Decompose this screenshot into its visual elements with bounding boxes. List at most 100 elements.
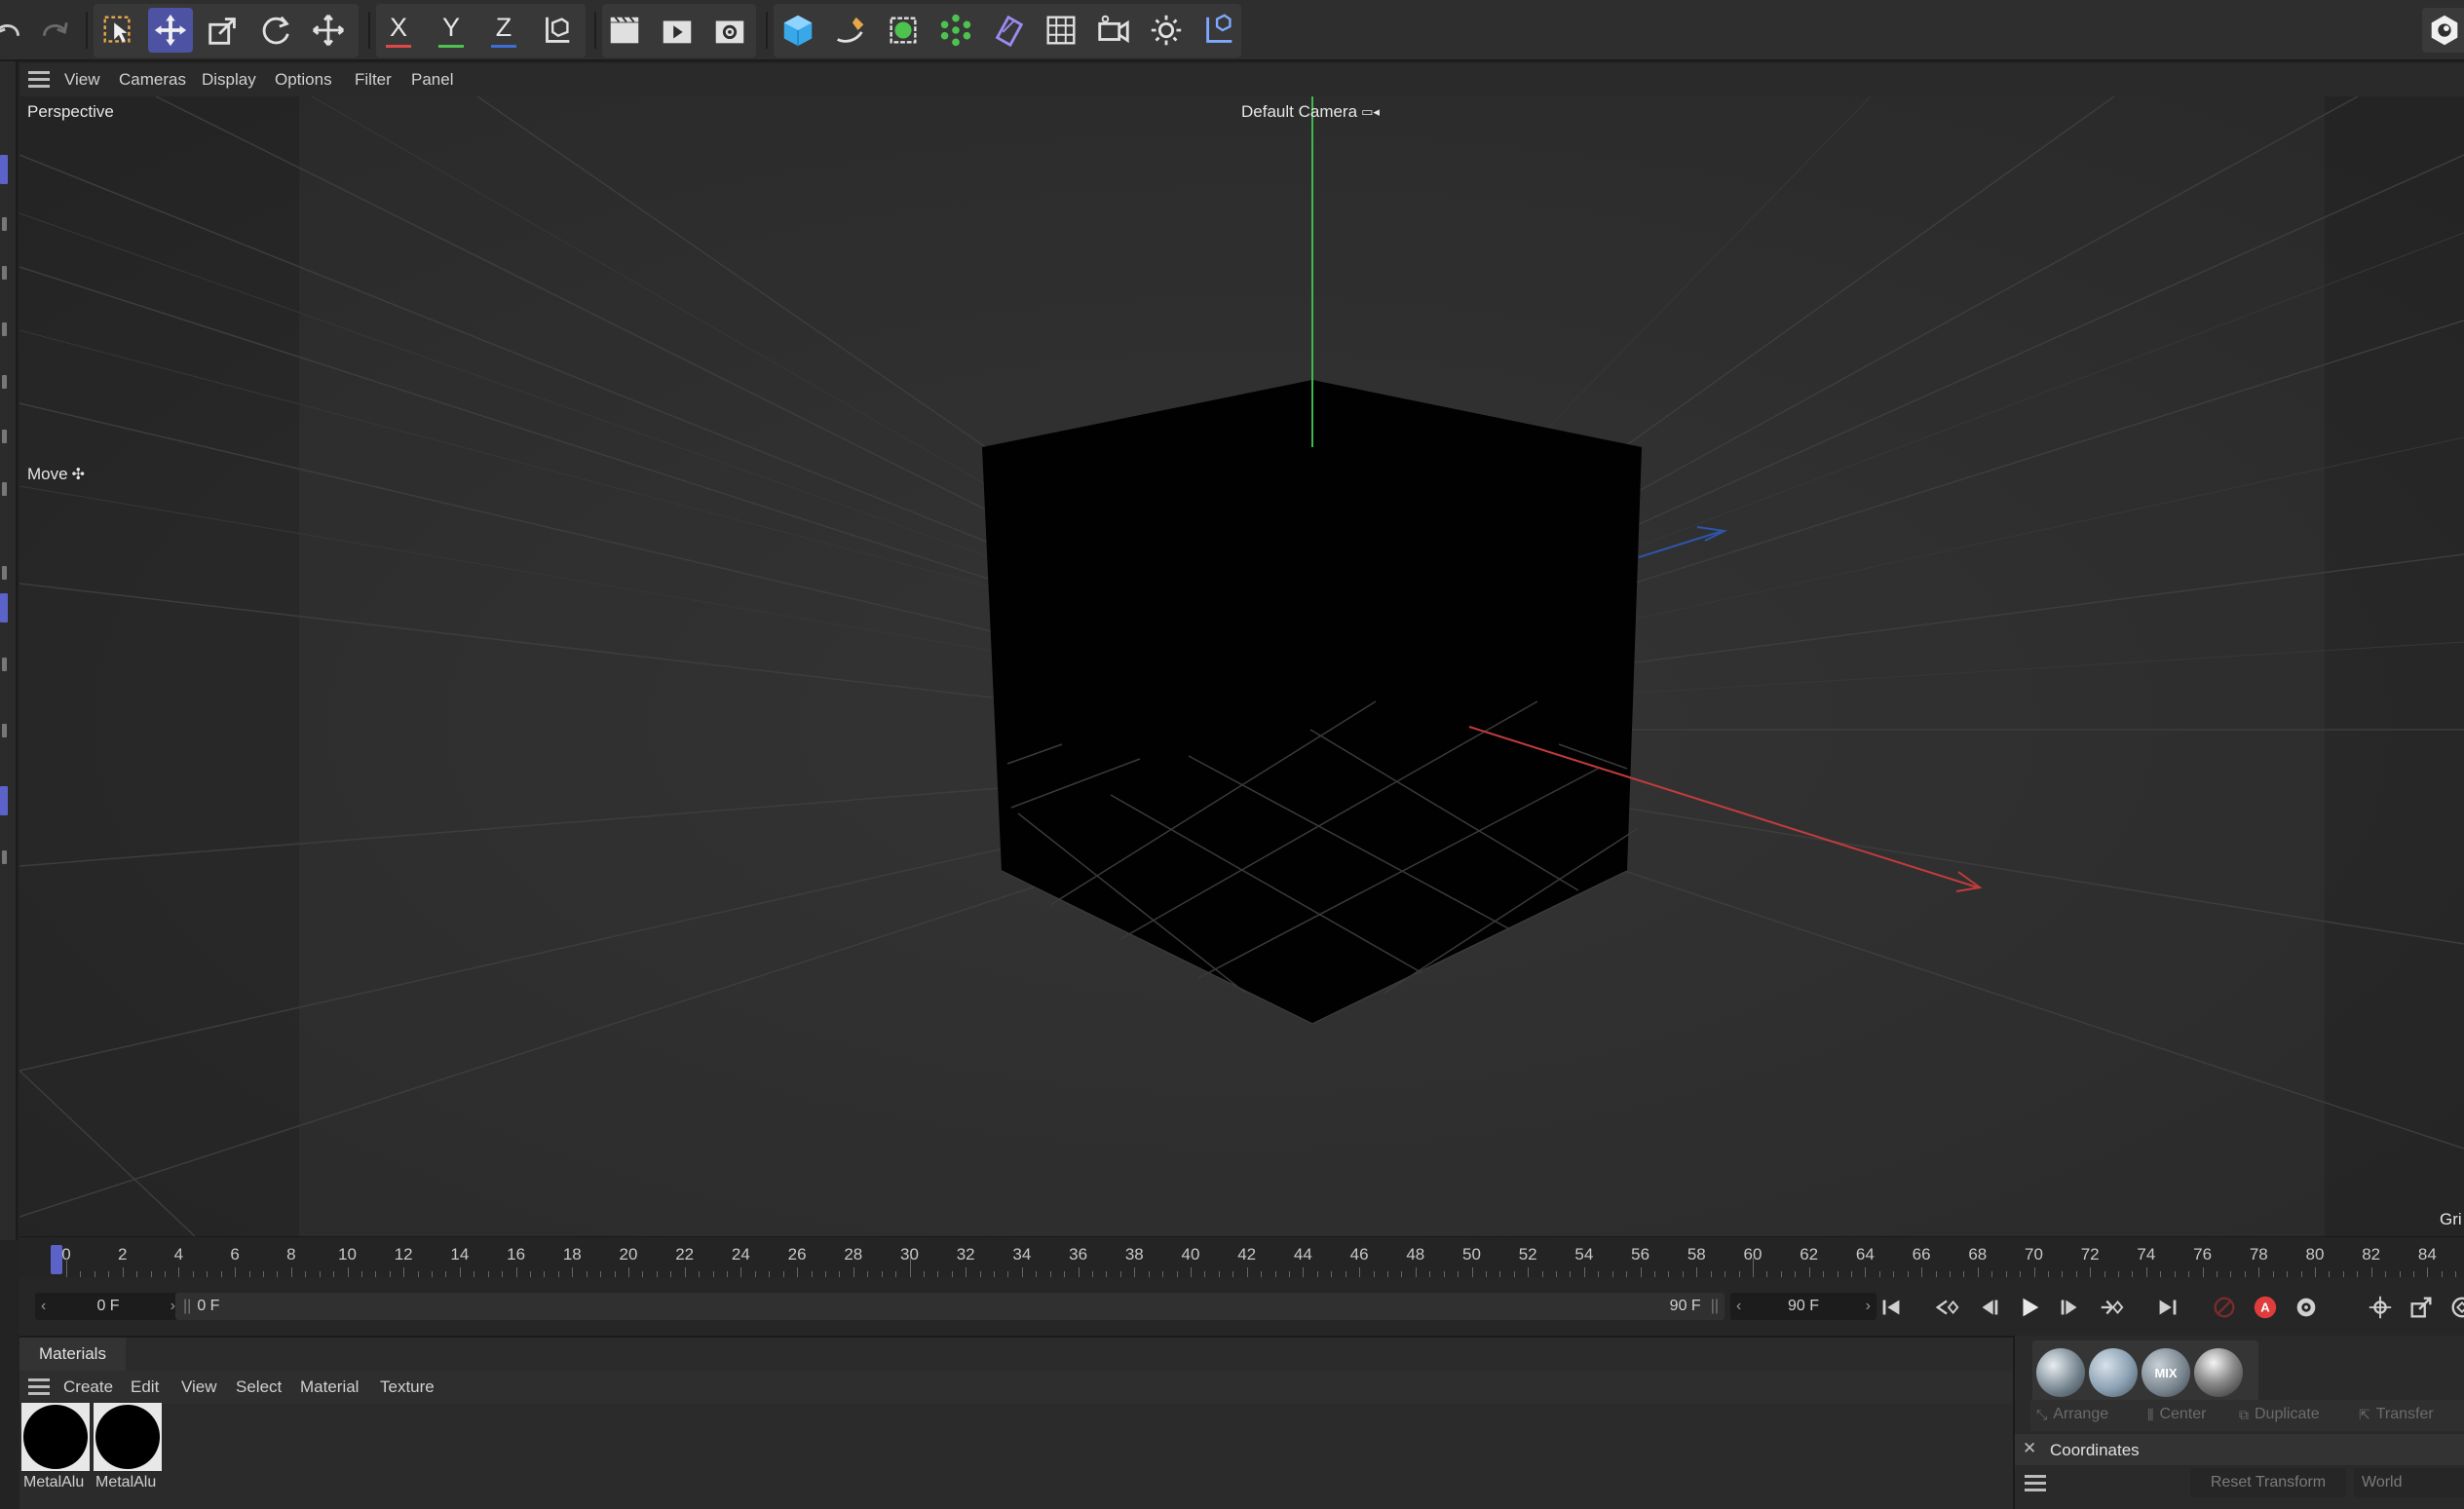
left-strip-tool[interactable] (2, 566, 7, 580)
timeline-ruler[interactable]: 0 2 4 6 8 10 12 14 16 18 20 22 24 26 28 30 32 34 36 38 40 42 4… (19, 1236, 2464, 1277)
glass-material-icon[interactable] (2194, 1348, 2243, 1397)
x-axis-lock-icon[interactable]: X (376, 8, 421, 53)
range-start-handle-icon[interactable]: || (183, 1298, 191, 1315)
coordinates-menu-hamburger-icon[interactable] (2025, 1475, 2046, 1491)
left-strip-tool[interactable] (2, 482, 7, 496)
left-strip-tool[interactable] (2, 375, 7, 389)
materials-menu-edit[interactable]: Edit (131, 1377, 159, 1397)
key-position-icon[interactable] (2366, 1293, 2395, 1322)
materials-menu-view[interactable]: View (181, 1377, 217, 1397)
timeline-tick-label: 58 (1687, 1245, 1706, 1264)
left-strip-active-tool[interactable] (0, 593, 8, 622)
mix-material-icon[interactable]: MIX (2142, 1348, 2190, 1397)
tab-coordinates[interactable]: Coordinates (2050, 1441, 2140, 1460)
timeline-tick-label: 80 (2305, 1245, 2325, 1264)
materials-menu-select[interactable]: Select (236, 1377, 282, 1397)
next-key-icon[interactable] (2097, 1293, 2126, 1322)
end-frame-increment-icon[interactable]: › (1866, 1298, 1871, 1315)
cube-icon[interactable] (776, 8, 820, 53)
range-end-handle-icon[interactable]: || (1711, 1298, 1719, 1315)
standard-material-icon[interactable] (2036, 1348, 2085, 1397)
render-settings-icon[interactable] (707, 8, 752, 53)
left-strip-active-tool[interactable] (0, 786, 8, 815)
autokey-icon[interactable]: A (2251, 1293, 2280, 1322)
materials-menu-create[interactable]: Create (63, 1377, 113, 1397)
center-button[interactable]: ⫼ Center (2147, 1400, 2206, 1429)
y-axis-label: Y (441, 13, 460, 42)
viewport-menu-hamburger-icon[interactable] (28, 71, 50, 88)
left-strip-tool[interactable] (2, 266, 7, 280)
camera-label[interactable]: Default Camera ▭◂ (1241, 102, 1380, 122)
menu-options[interactable]: Options (275, 70, 332, 90)
scale-icon[interactable] (201, 8, 246, 53)
key-rotation-icon[interactable] (2447, 1293, 2464, 1322)
reset-transform-button[interactable]: Reset Transform (2190, 1468, 2346, 1497)
menu-view[interactable]: View (64, 70, 100, 90)
live-selection-icon[interactable] (95, 8, 140, 53)
end-frame-field[interactable]: ‹ 90 F › (1730, 1293, 1876, 1320)
left-strip-tool[interactable] (2, 658, 7, 671)
transfer-button[interactable]: ⇱ Transfer (2359, 1400, 2434, 1429)
menu-panel[interactable]: Panel (411, 70, 453, 90)
left-strip-tool[interactable] (2, 724, 7, 737)
close-tab-icon[interactable]: ✕ (2023, 1439, 2036, 1458)
perspective-viewport[interactable]: Perspective Default Camera ▭◂ Move ✣ Gri (19, 96, 2464, 1236)
grid-spacing-label: Gri (2440, 1210, 2462, 1228)
record-keys-icon[interactable] (2210, 1293, 2239, 1322)
view-name-label[interactable]: Perspective (27, 102, 114, 122)
z-axis-lock-icon[interactable]: Z (481, 8, 526, 53)
go-to-end-icon[interactable] (2153, 1293, 2182, 1322)
menu-cameras[interactable]: Cameras (119, 70, 186, 90)
coordinate-system-icon[interactable] (534, 8, 579, 53)
subdivision-surface-icon[interactable] (881, 8, 926, 53)
go-to-start-icon[interactable] (1876, 1293, 1906, 1322)
safe-frame-left (19, 96, 299, 1236)
frame-range-slider[interactable]: || 0 F 90 F || (175, 1293, 1725, 1320)
y-axis-lock-icon[interactable]: Y (429, 8, 474, 53)
menu-filter[interactable]: Filter (355, 70, 392, 90)
physical-material-icon[interactable] (2089, 1348, 2138, 1397)
spline-pen-icon[interactable] (828, 8, 873, 53)
floor-icon[interactable] (1039, 8, 1083, 53)
rotate-icon[interactable] (253, 8, 298, 53)
camera-icon[interactable] (1091, 8, 1136, 53)
transform-icon[interactable] (306, 8, 351, 53)
scene-tags-icon[interactable] (1196, 8, 1241, 53)
timeline-tick-label: 40 (1181, 1245, 1200, 1264)
material-name[interactable]: MetalAlu (95, 1474, 160, 1491)
left-strip-tool[interactable] (2, 217, 7, 231)
coordinate-space-select[interactable]: World (2354, 1468, 2464, 1497)
render-picture-viewer-icon[interactable] (655, 8, 700, 53)
tab-materials[interactable]: Materials (19, 1338, 126, 1371)
cinema4d-logo-icon[interactable] (2422, 8, 2464, 53)
key-scale-icon[interactable] (2407, 1293, 2436, 1322)
menu-display[interactable]: Display (202, 70, 256, 90)
deformer-icon[interactable] (986, 8, 1031, 53)
duplicate-button[interactable]: ⧉ Duplicate (2239, 1400, 2320, 1429)
current-frame-field[interactable]: ‹ 0 F › (35, 1293, 181, 1320)
previous-key-icon[interactable] (1933, 1293, 1962, 1322)
next-frame-icon[interactable] (2056, 1293, 2085, 1322)
material-swatch[interactable] (21, 1403, 90, 1471)
keyframe-settings-icon[interactable] (2292, 1293, 2321, 1322)
play-icon[interactable] (2015, 1293, 2044, 1322)
playhead-marker[interactable] (51, 1245, 62, 1274)
render-view-icon[interactable] (602, 8, 647, 53)
cloner-icon[interactable] (933, 8, 978, 53)
left-strip-tool[interactable] (2, 322, 7, 336)
light-icon[interactable] (1144, 8, 1189, 53)
materials-menu-texture[interactable]: Texture (380, 1377, 435, 1397)
left-strip-active-tool[interactable] (0, 155, 8, 184)
undo-icon[interactable] (0, 8, 31, 53)
arrange-button[interactable]: ⤡ Arrange (2036, 1400, 2108, 1429)
redo-icon[interactable] (31, 8, 76, 53)
materials-menu-material[interactable]: Material (300, 1377, 359, 1397)
left-strip-tool[interactable] (2, 430, 7, 443)
move-icon[interactable] (148, 8, 193, 53)
material-name[interactable]: MetalAlu (23, 1474, 88, 1491)
material-swatch[interactable] (94, 1403, 162, 1471)
timeline-tick-mark (1415, 1267, 1417, 1277)
left-strip-tool[interactable] (2, 850, 7, 864)
previous-frame-icon[interactable] (1974, 1293, 2003, 1322)
materials-menu-hamburger-icon[interactable] (28, 1378, 50, 1395)
